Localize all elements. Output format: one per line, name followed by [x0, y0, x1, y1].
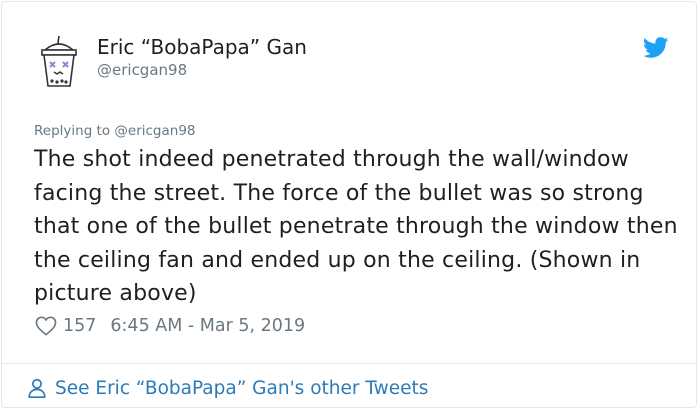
twitter-bird-icon[interactable]: [643, 37, 669, 59]
author-display-name[interactable]: Eric “BobaPapa” Gan: [97, 35, 307, 59]
like-count[interactable]: 157: [63, 316, 96, 336]
footer-divider: [2, 363, 696, 364]
tweet-text: The shot indeed penetrated through the w…: [34, 147, 678, 306]
tweet-card: Eric “BobaPapa” Gan @ericgan98 Replying …: [1, 1, 697, 408]
reply-prefix: Replying to: [34, 123, 115, 139]
reply-context: Replying to @ericgan98: [34, 123, 196, 139]
avatar[interactable]: [35, 34, 83, 90]
person-icon: [28, 378, 46, 398]
author-handle[interactable]: @ericgan98: [97, 61, 187, 79]
reply-handle-link[interactable]: @ericgan98: [114, 123, 195, 139]
tweet-timestamp[interactable]: 6:45 AM - Mar 5, 2019: [110, 316, 305, 336]
heart-icon[interactable]: [35, 316, 57, 336]
tweet-meta: 157 6:45 AM - Mar 5, 2019: [35, 313, 305, 339]
see-other-tweets-link[interactable]: See Eric “BobaPapa” Gan's other Tweets: [26, 375, 428, 401]
see-other-tweets-label[interactable]: See Eric “BobaPapa” Gan's other Tweets: [55, 378, 428, 399]
